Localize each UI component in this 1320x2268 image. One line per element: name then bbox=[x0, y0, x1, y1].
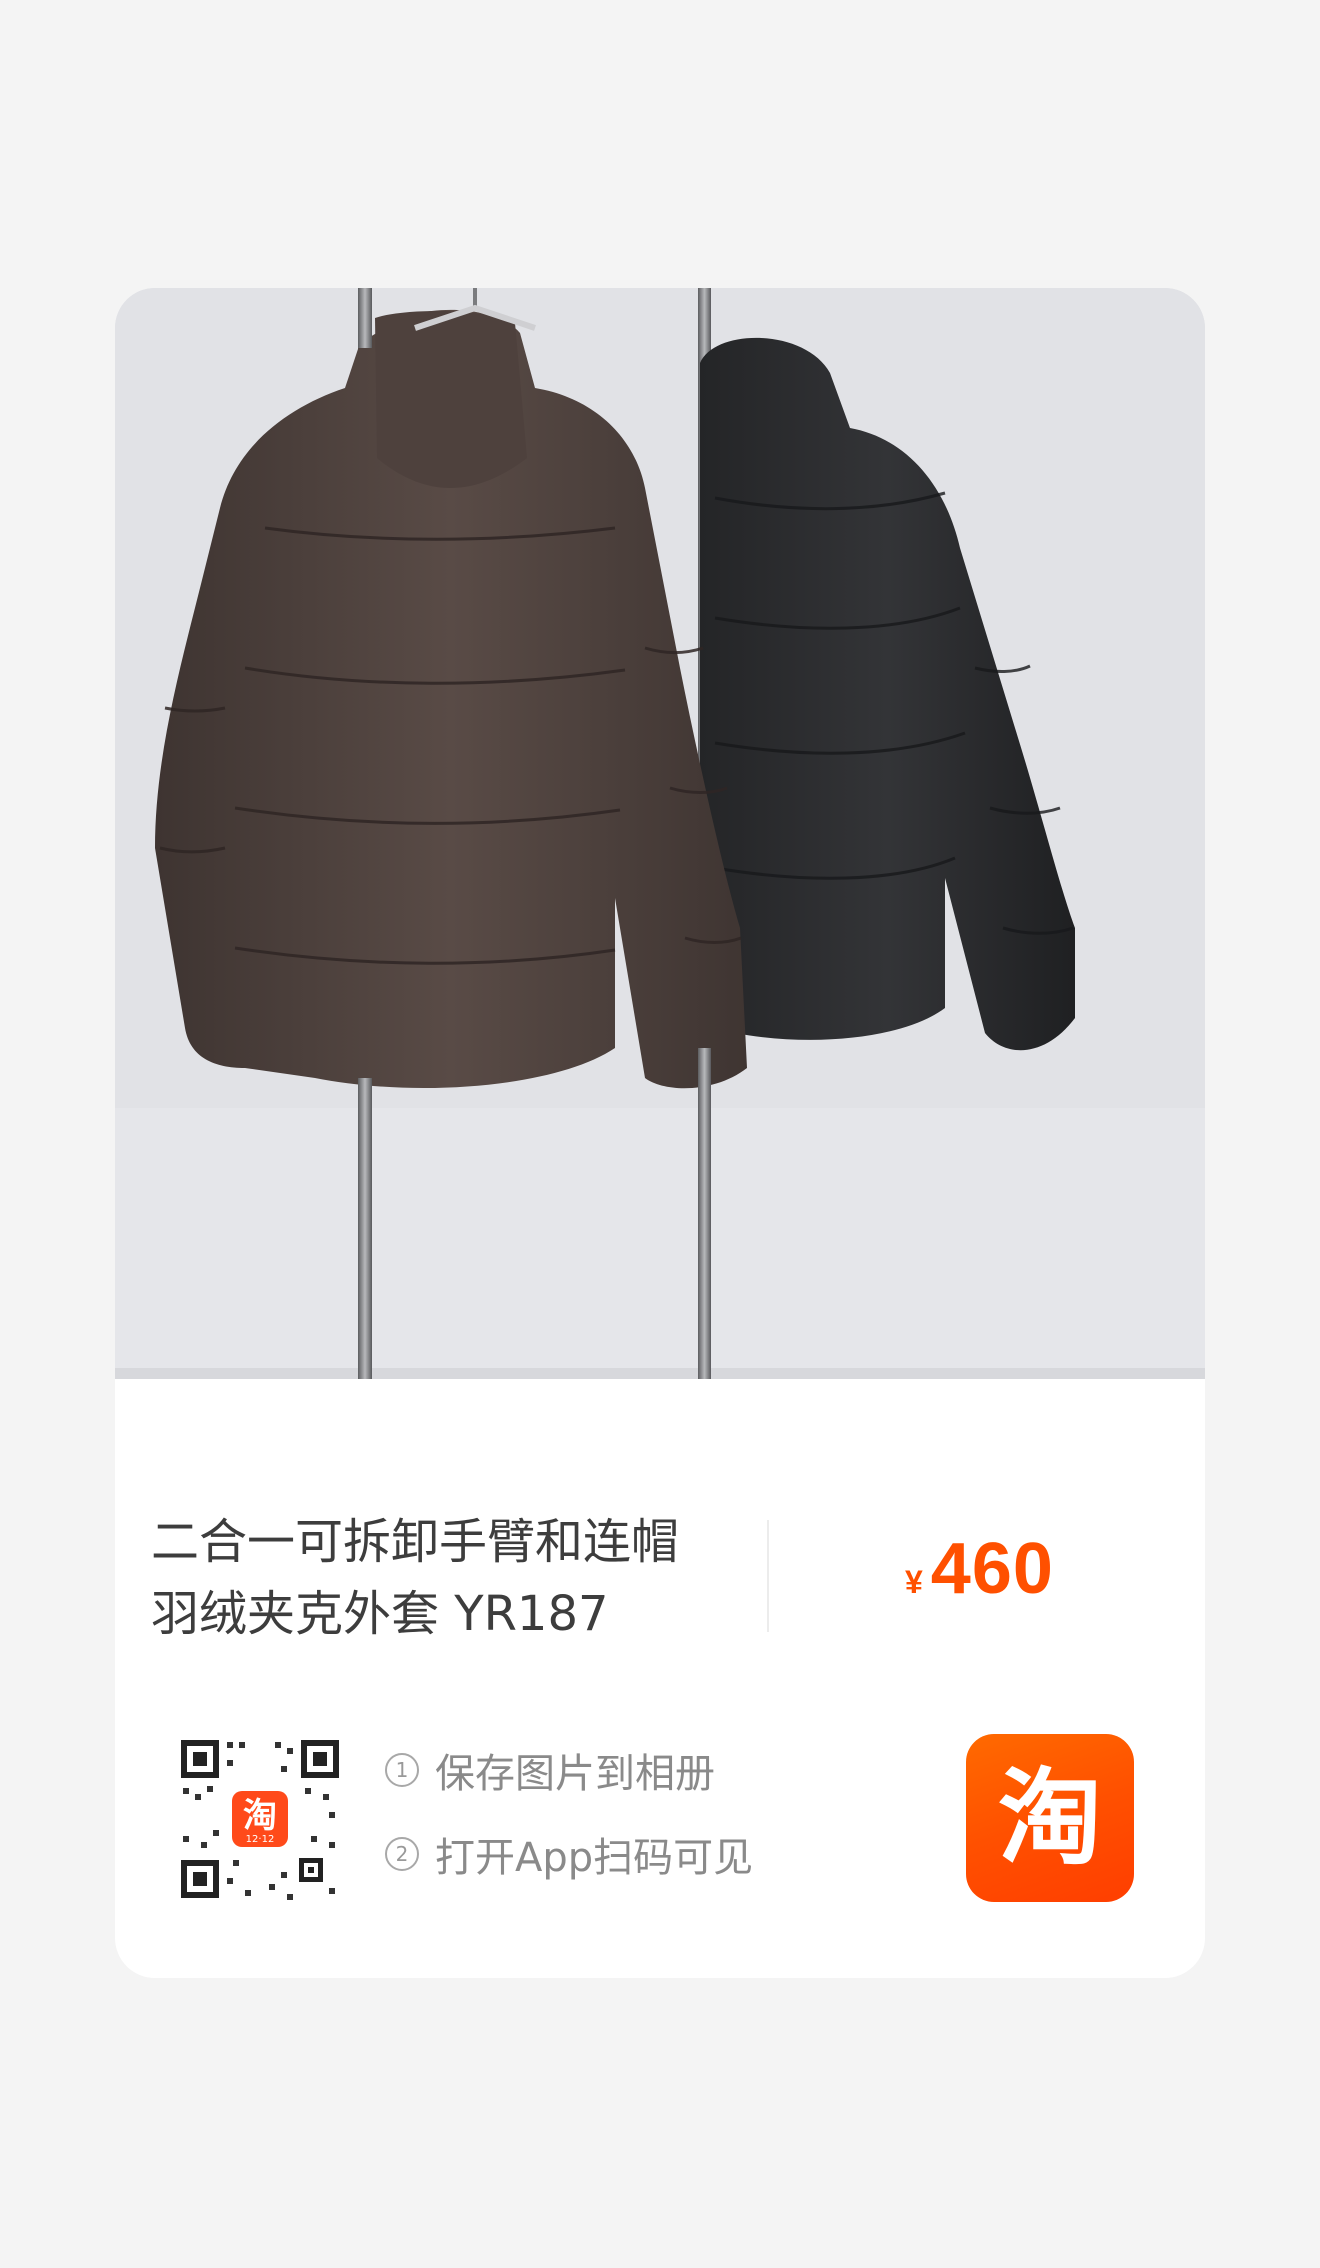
price-amount: 460 bbox=[930, 1529, 1054, 1609]
product-price: ¥460 bbox=[905, 1528, 1054, 1628]
product-title-line-1: 二合一可拆卸手臂和连帽 bbox=[151, 1514, 680, 1570]
jacket-photo bbox=[115, 288, 1205, 1379]
qr-code-icon[interactable]: 淘 12·12 bbox=[179, 1738, 341, 1900]
step1-number-icon: 1 bbox=[385, 1753, 419, 1787]
step2-text: 打开App扫码可见 bbox=[435, 1835, 754, 1881]
price-currency: ¥ bbox=[905, 1564, 923, 1600]
product-share-card: 二合一可拆卸手臂和连帽 羽绒夹克外套 YR187 ¥460 淘 12·12 1 … bbox=[115, 288, 1205, 1978]
title-price-divider bbox=[767, 1520, 769, 1632]
product-title-line-2: 羽绒夹克外套 YR187 bbox=[151, 1586, 609, 1642]
qr-logo-glyph: 淘 bbox=[243, 1796, 277, 1836]
step1-text: 保存图片到相册 bbox=[435, 1751, 715, 1797]
taobao-logo-icon[interactable]: 淘 bbox=[966, 1734, 1134, 1902]
step2-number-icon: 2 bbox=[385, 1837, 419, 1871]
share-steps: 1 保存图片到相册 2 打开App扫码可见 bbox=[385, 1728, 835, 1896]
step-open-app-scan: 2 打开App扫码可见 bbox=[385, 1812, 835, 1896]
product-image[interactable] bbox=[115, 288, 1205, 1379]
qr-code-graphic: 淘 12·12 bbox=[179, 1738, 341, 1900]
qr-logo-badge: 12·12 bbox=[246, 1834, 275, 1845]
step-save-image: 1 保存图片到相册 bbox=[385, 1728, 835, 1812]
taobao-logo-glyph: 淘 bbox=[997, 1757, 1102, 1879]
product-title[interactable]: 二合一可拆卸手臂和连帽 羽绒夹克外套 YR187 bbox=[151, 1506, 751, 1650]
